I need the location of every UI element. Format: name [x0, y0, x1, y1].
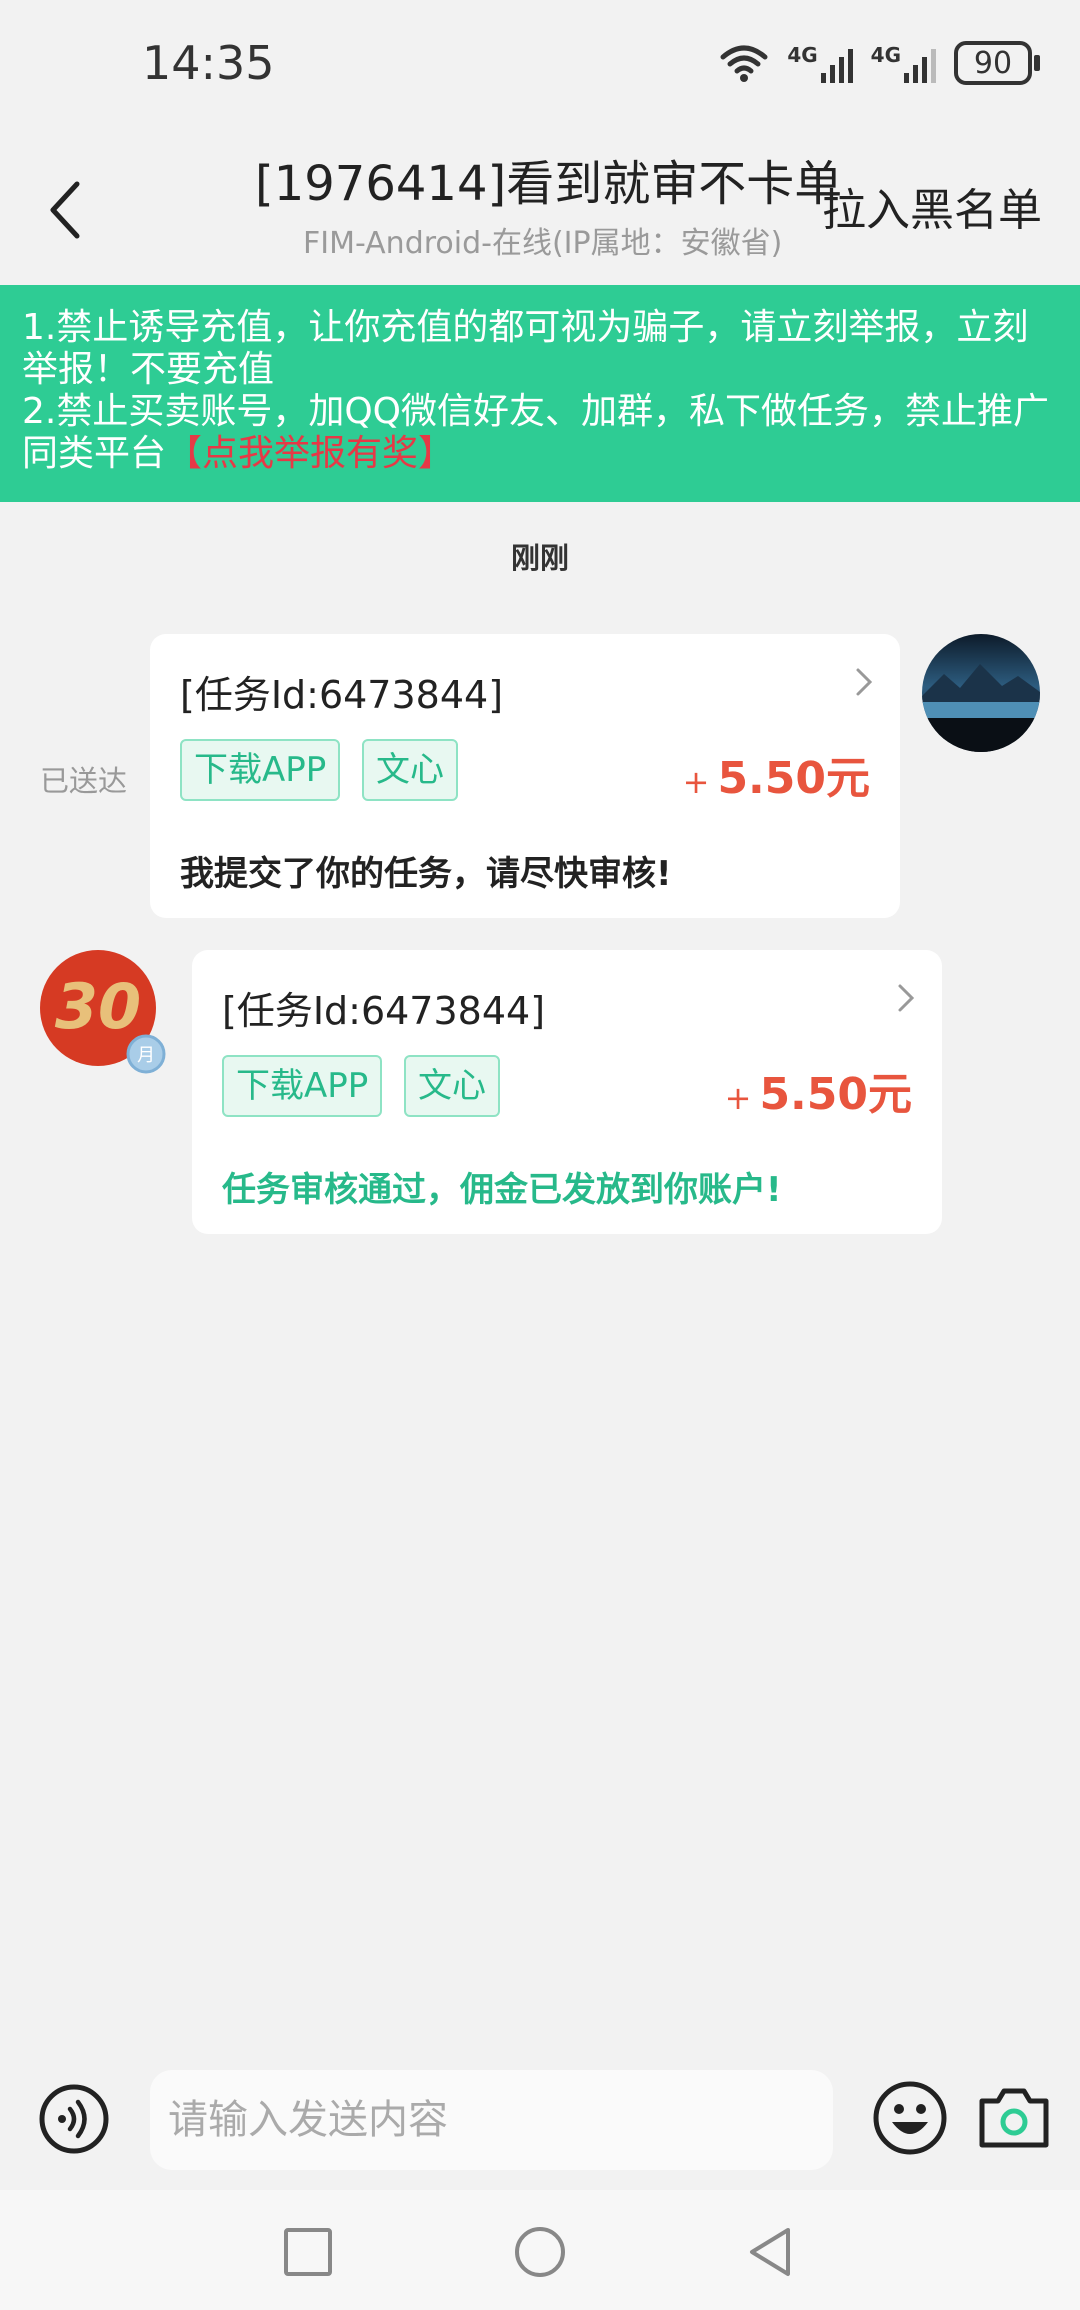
battery-level: 90: [973, 45, 1013, 81]
system-nav-bar: [0, 2190, 1080, 2310]
back-button[interactable]: [30, 170, 100, 250]
triangle-back-icon: [750, 2228, 790, 2276]
task-card-sent[interactable]: [任务Id:6473844] 下载APP 文心 +5.50元 我提交了你的任务，…: [150, 634, 900, 918]
recents-button[interactable]: [280, 2224, 336, 2280]
chevron-left-icon: [50, 181, 80, 239]
page-title: [1976414]看到就审不卡单: [255, 156, 843, 212]
voice-button[interactable]: [38, 2083, 110, 2155]
blacklist-button[interactable]: 拉入黑名单: [822, 174, 1042, 238]
task-tag: 下载APP: [222, 1055, 383, 1117]
task-card-received[interactable]: [任务Id:6473844] 下载APP 文心 +5.50元 任务审核通过，佣金…: [192, 950, 942, 1234]
delivered-status: 已送达: [40, 764, 128, 798]
wifi-icon: [720, 45, 768, 82]
status-time: 14:35: [142, 36, 275, 90]
back-nav-button[interactable]: [742, 2224, 798, 2280]
chevron-right-icon: [856, 668, 873, 696]
task-id: [任务Id:6473844]: [180, 673, 504, 717]
reward-amount: +5.50元: [724, 1069, 912, 1120]
notice-line-1: 1.禁止诱导充值，让你充值的都可视为骗子，请立刻举报，立刻举报！不要充值: [22, 307, 1029, 390]
cellular-signal-1: 4G: [787, 43, 853, 83]
notice-banner: 1.禁止诱导充值，让你充值的都可视为骗子，请立刻举报，立刻举报！不要充值 2.禁…: [0, 285, 1080, 502]
message-text: 任务审核通过，佣金已发放到你账户!: [222, 1170, 782, 1210]
avatar-badge-sub: 月: [137, 1045, 155, 1066]
task-tag: 文心: [362, 739, 458, 801]
camera-icon: [979, 2088, 1049, 2148]
chat-header: [1976414]看到就审不卡单 FIM-Android-在线(IP属地：安徽省…: [0, 130, 1080, 285]
emoji-icon: [873, 2081, 947, 2155]
report-link[interactable]: 【点我举报有奖】: [166, 433, 454, 474]
avatar[interactable]: [922, 634, 1040, 752]
cellular-signal-2: 4G: [871, 43, 936, 83]
task-id: [任务Id:6473844]: [222, 989, 546, 1033]
camera-button[interactable]: [976, 2085, 1052, 2151]
chat-timestamp: 刚刚: [510, 541, 569, 575]
signal-bars-icon: [820, 49, 853, 83]
chevron-right-icon: [898, 984, 915, 1012]
contact-status: FIM-Android-在线(IP属地：安徽省): [303, 226, 783, 261]
task-tag: 文心: [404, 1055, 500, 1117]
square-icon: [284, 2228, 332, 2276]
landscape-avatar-image: [922, 634, 1040, 752]
badge-30-avatar-image: 30 月: [40, 950, 166, 1074]
avatar[interactable]: 30 月: [38, 948, 166, 1074]
status-bar: 14:35 4G 4G 90: [0, 0, 1080, 130]
avatar-badge-number: 30: [55, 970, 141, 1043]
emoji-button[interactable]: [872, 2080, 948, 2156]
reward-amount: +5.50元: [682, 753, 870, 804]
message-input[interactable]: [150, 2070, 833, 2170]
voice-icon: [39, 2084, 109, 2154]
input-bar: [0, 2065, 1080, 2190]
signal-bars-icon: [904, 49, 936, 83]
battery-indicator: 90: [954, 41, 1040, 85]
home-button[interactable]: [512, 2224, 568, 2280]
status-icons: 4G 4G 90: [719, 38, 1040, 88]
notice-line-2: 2.禁止买卖账号，加QQ微信好友、加群，私下做任务，禁止推广同类平台【点我举报有…: [22, 391, 1050, 474]
task-tag: 下载APP: [180, 739, 341, 801]
circle-icon: [515, 2227, 565, 2277]
message-text: 我提交了你的任务，请尽快审核!: [180, 854, 672, 894]
